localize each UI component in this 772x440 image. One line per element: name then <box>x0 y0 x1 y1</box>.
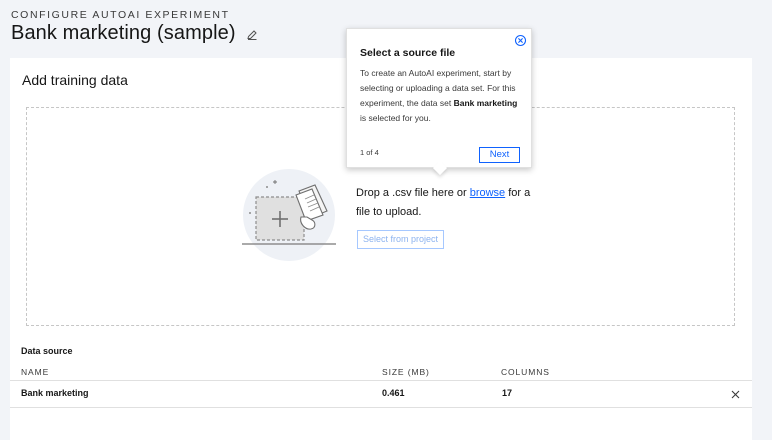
guided-tour-popover: Select a source file To create an AutoAI… <box>346 28 532 176</box>
title-row: Bank marketing (sample) <box>11 22 262 45</box>
browse-link[interactable]: browse <box>470 187 505 199</box>
row-columns: 17 <box>502 388 513 398</box>
next-button[interactable]: Next <box>479 147 520 163</box>
page-title: Bank marketing (sample) <box>11 22 236 44</box>
row-size: 0.461 <box>382 388 405 398</box>
panel-title: Add training data <box>22 72 128 88</box>
popover-body-dataset: Bank marketing <box>453 98 518 108</box>
table-divider <box>10 407 752 408</box>
column-header-size: SIZE (MB) <box>382 367 430 377</box>
popover-title: Select a source file <box>360 47 456 59</box>
drop-instructions: Drop a .csv file here or browse for a fi… <box>356 184 536 222</box>
close-circle-icon[interactable] <box>514 34 527 47</box>
drop-text-before: Drop a .csv file here or <box>356 187 467 199</box>
popover-body: To create an AutoAI experiment, start by… <box>360 66 525 126</box>
column-header-name: NAME <box>21 367 50 377</box>
popover-step-counter: 1 of 4 <box>360 148 379 157</box>
data-source-heading: Data source <box>21 346 73 356</box>
select-from-project-button[interactable]: Select from project <box>357 230 445 249</box>
close-icon[interactable] <box>728 387 742 401</box>
popover-body-text-end: is selected for you. <box>360 113 431 123</box>
column-header-columns: COLUMNS <box>501 367 550 377</box>
table-row: Bank marketing 0.461 17 <box>10 381 752 407</box>
eyebrow-label: CONFIGURE AUTOAI EXPERIMENT <box>11 9 230 21</box>
row-name: Bank marketing <box>21 388 89 398</box>
upload-illustration-icon <box>239 165 339 265</box>
pencil-icon[interactable] <box>242 25 262 45</box>
